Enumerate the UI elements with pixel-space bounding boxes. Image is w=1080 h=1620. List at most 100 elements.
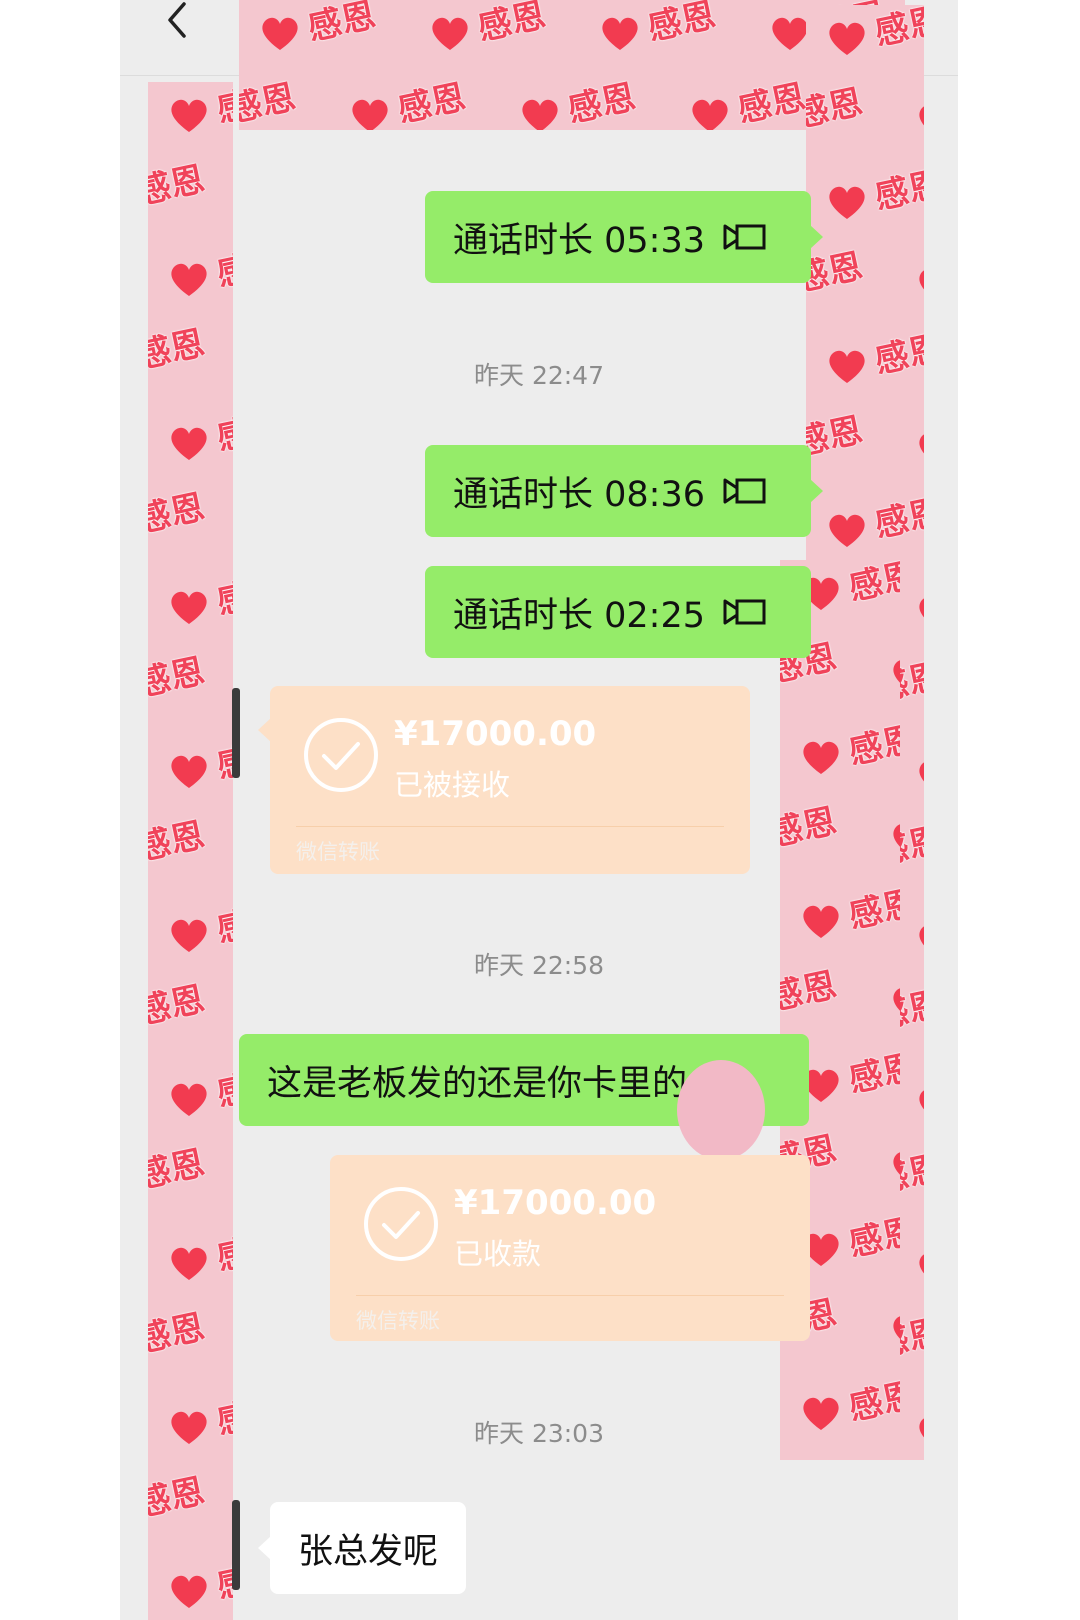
sticker-word: 感恩	[474, 0, 550, 49]
sticker-word: 感恩	[213, 897, 233, 951]
heart-icon	[522, 99, 558, 130]
call-duration-text: 通话时长 08:36	[453, 474, 705, 515]
sticker-word: 感恩	[734, 77, 810, 130]
message-text: 张总发呢	[298, 1531, 439, 1572]
heart-icon	[171, 1083, 207, 1116]
sticker-word: 感恩	[780, 801, 841, 855]
heart-icon	[829, 514, 865, 547]
heart-icon	[893, 1152, 900, 1175]
sticker-word: 感恩	[871, 5, 924, 54]
heart-icon	[171, 263, 207, 296]
heart-icon	[171, 591, 207, 624]
chat-screen: 感恩 感恩 感恩 感恩 感恩 感恩 感恩 感恩 感恩 感恩 感恩 感恩 感恩 感恩 感恩 感恩 感恩 感恩 感恩感…	[120, 0, 958, 1620]
heart-icon	[829, 186, 865, 219]
sticker-word: 感恩	[780, 1449, 840, 1460]
sticker-word: 感恩	[148, 1471, 209, 1525]
sticker-word: 感恩	[806, 410, 867, 464]
sticker-word: 感恩	[148, 1143, 209, 1197]
sticker-word: 感恩	[845, 883, 900, 937]
sticker-word: 感恩	[148, 815, 209, 869]
video-call-icon	[723, 223, 767, 251]
sticker-word: 感恩	[213, 241, 233, 295]
heart-icon	[602, 17, 638, 50]
sticker-blob	[677, 1060, 765, 1160]
heart-icon	[803, 741, 839, 774]
heart-icon	[829, 22, 865, 55]
transfer-brand-label: 微信转账	[296, 840, 380, 864]
divider	[296, 826, 724, 827]
bubble-tail	[258, 718, 271, 742]
heart-icon	[171, 1247, 207, 1280]
sticker-word: 感恩	[213, 733, 233, 787]
sticker-word: 感恩	[213, 1553, 233, 1607]
transfer-status: 已收款	[454, 1237, 542, 1271]
call-record-bubble[interactable]: 通话时长 08:36	[425, 445, 823, 537]
bubble-tail	[810, 479, 823, 503]
sticker-word: 感恩	[806, 82, 867, 136]
transfer-brand-label: 微信转账	[356, 1309, 440, 1333]
timestamp: 昨天 23:03	[474, 1419, 604, 1448]
heart-icon	[262, 17, 298, 50]
heart-icon	[893, 1316, 900, 1339]
sticker-word: 感恩	[394, 77, 470, 130]
bubble-tail	[810, 225, 823, 249]
heart-icon	[919, 762, 924, 782]
avatar[interactable]	[232, 688, 240, 778]
bubble-tail	[258, 1536, 271, 1560]
heart-icon	[919, 270, 924, 290]
heart-icon	[171, 1575, 207, 1608]
transfer-amount: ¥17000.00	[454, 1183, 657, 1223]
sticker-word: 感恩	[213, 1225, 233, 1279]
heart-icon	[352, 99, 388, 130]
heart-icon	[919, 1254, 924, 1274]
sticker-word: 感恩	[845, 1047, 900, 1101]
video-call-icon	[723, 598, 767, 626]
heart-icon	[171, 755, 207, 788]
heart-icon	[919, 598, 924, 618]
call-record-bubble[interactable]: 通话时长 02:25	[425, 566, 811, 658]
sticker-word: 感恩	[148, 1307, 209, 1361]
avatar[interactable]	[232, 1500, 240, 1590]
heart-icon	[803, 905, 839, 938]
transfer-status: 已被接收	[394, 768, 511, 802]
call-duration-text: 通话时长 05:33	[453, 220, 705, 261]
sticker-word: 感恩	[845, 560, 900, 609]
call-duration-text: 通话时长 02:25	[453, 595, 705, 636]
sticker-word: 感恩	[239, 77, 300, 130]
heart-icon	[893, 660, 900, 683]
sticker-word: 感恩	[845, 1211, 900, 1265]
sticker-overlay-left: 感恩 感恩 感恩 感恩 感恩 感恩 感恩 感恩 感恩 感恩 感恩 感恩 感恩 感恩 感恩 感恩 感恩 感恩 感恩	[148, 82, 233, 1620]
transfer-card[interactable]: ¥17000.00 已被接收 微信转账	[258, 686, 750, 874]
sticker-word: 感恩	[871, 492, 924, 546]
sticker-word: 感恩	[304, 0, 380, 49]
sticker-word: 感恩	[213, 1061, 233, 1115]
sticker-word: 感恩	[213, 82, 233, 131]
heart-icon	[919, 434, 924, 454]
heart-icon	[171, 427, 207, 460]
sticker-word: 感恩	[213, 569, 233, 623]
sticker-word: 感恩	[845, 719, 900, 773]
heart-icon	[432, 17, 468, 50]
check-circle-icon	[302, 716, 380, 794]
sticker-word: 感恩	[871, 164, 924, 218]
sticker-word: 感恩	[148, 159, 209, 213]
transfer-card[interactable]: ¥17000.00 已收款 微信转账	[330, 1155, 810, 1341]
received-message-bubble[interactable]: 张总发呢	[258, 1502, 467, 1594]
sticker-word: 感恩	[148, 651, 209, 705]
transfer-amount: ¥17000.00	[394, 714, 597, 754]
back-button[interactable]	[158, 0, 198, 50]
chevron-left-icon	[168, 2, 186, 38]
heart-icon	[893, 824, 900, 847]
heart-icon	[919, 106, 924, 126]
heart-icon	[772, 17, 808, 50]
sticker-word: 感恩	[644, 0, 720, 49]
message-text: 这是老板发的还是你卡里的	[267, 1063, 688, 1104]
check-circle-icon	[362, 1185, 440, 1263]
sticker-word: 感恩	[564, 77, 640, 130]
divider	[356, 1295, 784, 1296]
timestamp: 昨天 22:47	[474, 361, 604, 390]
heart-icon	[919, 1090, 924, 1110]
heart-icon	[893, 988, 900, 1011]
heart-icon	[171, 99, 207, 132]
call-record-bubble[interactable]: 通话时长 05:33	[425, 191, 823, 283]
